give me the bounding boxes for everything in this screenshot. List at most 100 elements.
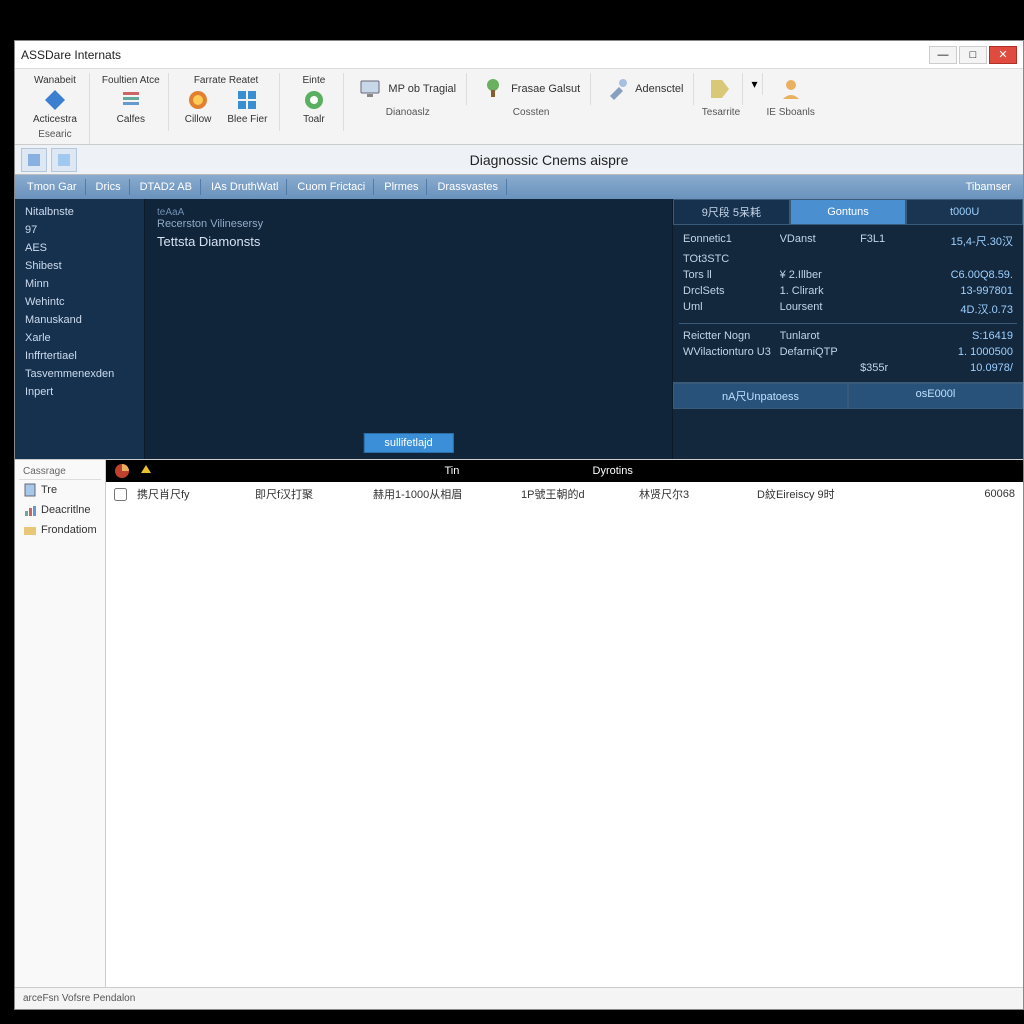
rp-row-3: DrclSets1. Clirark13-997801 xyxy=(679,283,1017,299)
ribbon-wide-group: IE Sboanls xyxy=(767,107,815,118)
pie-icon[interactable] xyxy=(114,463,130,479)
nav-item-1[interactable]: 97 xyxy=(15,221,144,239)
side-nav: Nitalbnste 97 AES Shibest Minn Wehintc M… xyxy=(15,199,145,459)
tab-3[interactable]: IAs DruthWatl xyxy=(203,179,287,195)
arrow-up-icon[interactable] xyxy=(138,463,154,479)
monitor-icon xyxy=(358,77,382,101)
ribbon-button-acticestra[interactable]: Acticestra xyxy=(29,86,81,127)
grid-cell: D紋Eireiscy 9时 xyxy=(757,486,897,502)
tools-icon xyxy=(605,77,629,101)
nav-item-4[interactable]: Minn xyxy=(15,275,144,293)
ribbon-wide-group: Dianoaslz xyxy=(386,107,430,118)
tab-6[interactable]: Drassvastes xyxy=(429,179,507,195)
green-gear-icon xyxy=(302,88,326,112)
rp-row-1: TOt3STC xyxy=(679,251,1017,267)
rp-header-1[interactable]: Gontuns xyxy=(790,199,907,225)
minimize-button[interactable]: — xyxy=(929,46,957,64)
ribbon-wide-5: IE Sboanls xyxy=(767,73,815,118)
nav-item-7[interactable]: Xarle xyxy=(15,329,144,347)
tab-0[interactable]: Tmon Gar xyxy=(19,179,86,195)
ribbon-button-cillow[interactable]: Cillow xyxy=(181,86,216,127)
nav-item-5[interactable]: Wehintc xyxy=(15,293,144,311)
ribbon-groups: Wanabeit Acticestra Esearic Foultien Atc… xyxy=(21,73,1017,144)
list-icon xyxy=(119,88,143,112)
close-button[interactable]: ✕ xyxy=(989,46,1017,64)
ribbon-dropdown[interactable]: ▾ xyxy=(747,73,762,95)
lower-nav-item-2[interactable]: Frondatiom xyxy=(19,520,101,540)
chevron-down-icon: ▾ xyxy=(751,77,757,91)
ribbon-button-bleefier[interactable]: Blee Fier xyxy=(223,86,271,127)
tab-2[interactable]: DTAD2 AB xyxy=(132,179,201,195)
tab-right[interactable]: Tibamser xyxy=(958,179,1019,195)
ribbon-button-calfes[interactable]: Calfes xyxy=(113,86,149,127)
nav-item-2[interactable]: AES xyxy=(15,239,144,257)
grid-col-tin[interactable]: Tin xyxy=(445,465,585,477)
ribbon-button-label: Cillow xyxy=(185,114,212,125)
grid-cell: 60068 xyxy=(905,488,1015,500)
ribbon-wide-button-5[interactable] xyxy=(769,73,813,105)
rp-row-5: Reictter NognTunlarotS:16419 xyxy=(679,328,1017,344)
tree-icon xyxy=(481,77,505,101)
rp-header-0[interactable]: 9尺段 5呆耗 xyxy=(673,199,790,225)
folder-icon xyxy=(23,523,37,537)
ribbon-wide-group: Tesarrite xyxy=(702,107,740,118)
ribbon-wide-button-2[interactable]: Adensctel xyxy=(595,73,694,105)
nav-item-6[interactable]: Manuskand xyxy=(15,311,144,329)
blue-document-icon xyxy=(43,88,67,112)
lower-nav-item-1[interactable]: Deacritlne xyxy=(19,500,101,520)
tab-1[interactable]: Drics xyxy=(88,179,130,195)
lower-left-nav: Cassrage Tre Deacritlne Frondatiom xyxy=(15,460,106,987)
nav-item-8[interactable]: Inffrtertiael xyxy=(15,347,144,365)
right-panel-footer: nA尺Unpatoess osE000l xyxy=(673,382,1023,409)
ribbon-wide-button-0[interactable]: MP ob Tragial xyxy=(348,73,467,105)
window-buttons: — □ ✕ xyxy=(929,46,1017,64)
ribbon-tab-label: Foultien Atce xyxy=(102,75,160,86)
ribbon-group-3: Einte Toalr xyxy=(284,73,344,131)
grid-cell: 赫用1-1000从相眉 xyxy=(373,486,513,502)
nav-item-9[interactable]: Tasvemmenexden xyxy=(15,365,144,383)
nav-item-3[interactable]: Shibest xyxy=(15,257,144,275)
ribbon-tab-label: Farrate Reatet xyxy=(194,75,258,86)
maximize-button[interactable]: □ xyxy=(959,46,987,64)
lower-right-panel: Tin Dyrotins 携尺肖尺fy 即尺f汉打聚 赫用1-1000从相眉 1… xyxy=(106,460,1023,987)
ribbon-button-label: Acticestra xyxy=(33,114,77,125)
ribbon-button-label: Calfes xyxy=(117,114,145,125)
right-panel: 9尺段 5呆耗 Gontuns t000U Eonnetic1VDanstF3L… xyxy=(673,199,1023,459)
center-action-button[interactable]: sullifetlajd xyxy=(363,433,453,453)
ribbon-group-label: Esearic xyxy=(38,129,71,140)
app-window: ASSDare Internats — □ ✕ Wanabeit Actices… xyxy=(14,40,1024,1010)
chart-icon xyxy=(23,503,37,517)
ribbon-group-2: Farrate Reatet Cillow Blee Fier xyxy=(173,73,281,131)
ribbon-tab-label: Wanabeit xyxy=(34,75,76,86)
nav-item-0[interactable]: Nitalbnste xyxy=(15,203,144,221)
tab-4[interactable]: Cuom Frictaci xyxy=(289,179,374,195)
ribbon-wide-group: Cossten xyxy=(513,107,550,118)
ribbon-wide-button-1[interactable]: Frasae Galsut xyxy=(471,73,591,105)
ribbon-button-toalr[interactable]: Toalr xyxy=(298,86,330,127)
tab-5[interactable]: Plrmes xyxy=(376,179,427,195)
row-checkbox[interactable] xyxy=(114,488,127,501)
grid-col-dyrotins[interactable]: Dyrotins xyxy=(593,465,733,477)
ribbon-group-1: Foultien Atce Calfes xyxy=(94,73,169,131)
grid-row-0[interactable]: 携尺肖尺fy 即尺f汉打聚 赫用1-1000从相眉 1P號王朝的d 林贤尺尔3 … xyxy=(106,482,1023,506)
rp-separator xyxy=(679,323,1017,324)
ribbon-tab-label: Einte xyxy=(303,75,326,86)
lower-grid-body: 携尺肖尺fy 即尺f汉打聚 赫用1-1000从相眉 1P號王朝的d 林贤尺尔3 … xyxy=(106,482,1023,987)
ribbon-wide-button-3[interactable] xyxy=(698,73,743,105)
right-panel-body: Eonnetic1VDanstF3L115,4-尺.30汉 TOt3STC To… xyxy=(673,225,1023,382)
toolbar-button-2[interactable] xyxy=(51,148,77,172)
rp-footer-button-0[interactable]: nA尺Unpatoess xyxy=(673,383,848,409)
center-panel: teAaA Recerston Vilinesersy Tettsta Diam… xyxy=(145,199,673,459)
nav-item-10[interactable]: Inpert xyxy=(15,383,144,401)
rp-footer-button-1[interactable]: osE000l xyxy=(848,383,1023,409)
grid-cell: 林贤尺尔3 xyxy=(639,486,749,502)
rp-row-0: Eonnetic1VDanstF3L115,4-尺.30汉 xyxy=(679,231,1017,251)
center-line1: Recerston Vilinesersy xyxy=(157,218,660,230)
lower-nav-item-0[interactable]: Tre xyxy=(19,480,101,500)
ribbon-wide-1: Frasae Galsut Cossten xyxy=(471,73,591,118)
lower-nav-label: Deacritlne xyxy=(41,504,91,516)
ribbon-wide-label: Adensctel xyxy=(635,83,683,95)
ribbon-button-label: Blee Fier xyxy=(227,114,267,125)
toolbar-button-1[interactable] xyxy=(21,148,47,172)
ribbon-button-label: Toalr xyxy=(303,114,325,125)
